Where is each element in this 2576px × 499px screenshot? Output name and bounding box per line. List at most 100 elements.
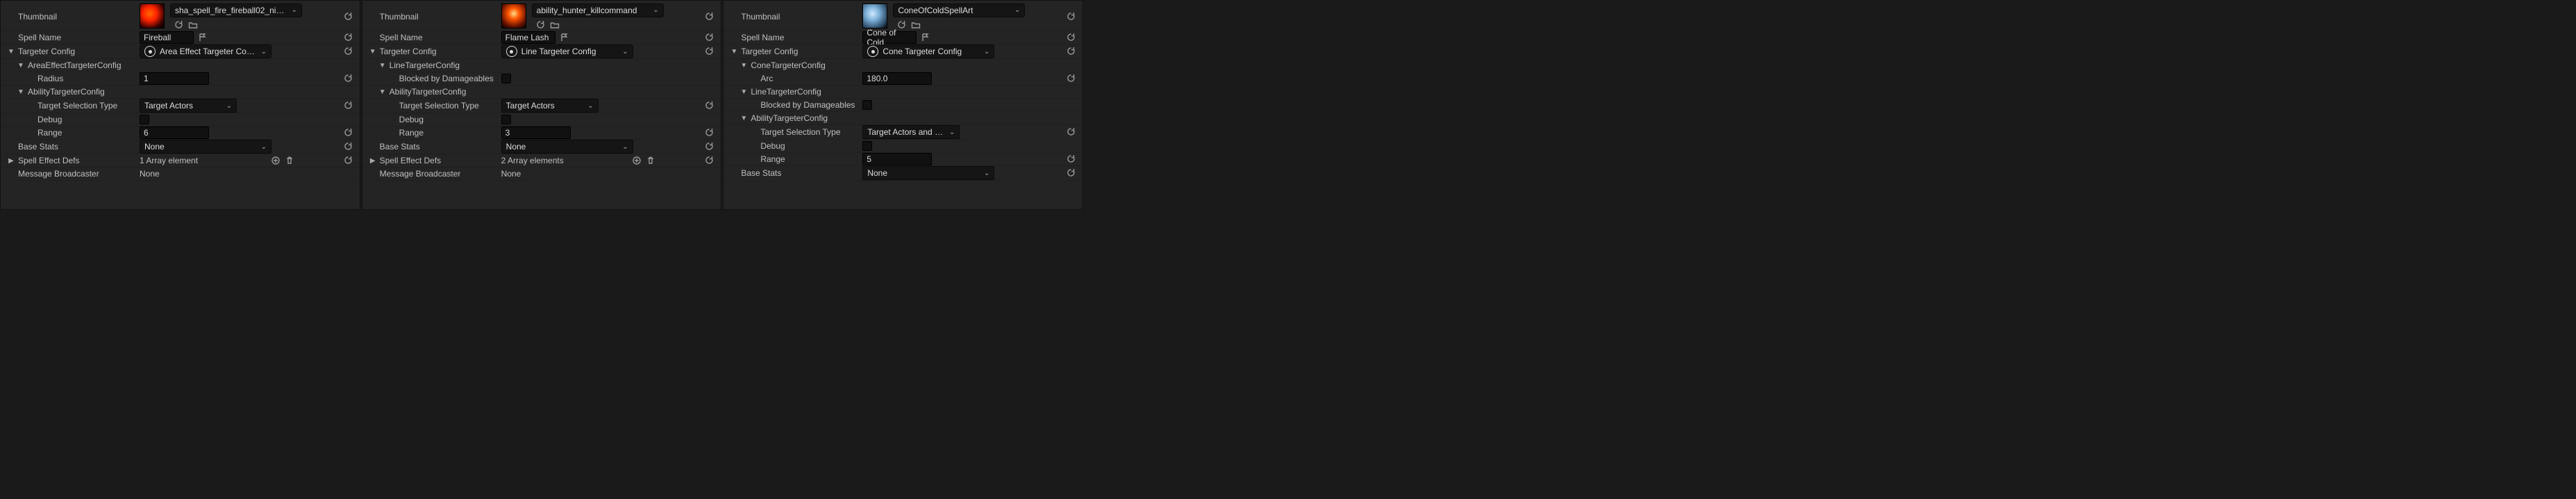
reset-to-default-button[interactable] [344,128,353,138]
base-stats-dropdown[interactable]: None⌄ [140,140,271,154]
range-input[interactable]: 6 [140,126,209,139]
collapse-arrow-icon[interactable]: ▼ [740,115,747,122]
reset-to-default-button[interactable] [705,156,714,165]
use-selected-asset-button[interactable] [174,20,184,30]
thumbnail-image[interactable] [862,3,887,28]
browse-to-asset-button[interactable] [911,20,921,30]
spell-name-input[interactable]: Flame Lash [501,31,555,44]
chevron-down-icon: ⌄ [622,143,628,151]
reset-to-default-button[interactable] [1067,154,1076,164]
reset-to-default-button[interactable] [705,33,714,42]
chevron-down-icon: ⌄ [261,48,267,56]
targeter-config-label: Targeter Config [741,47,798,56]
thumbnail-image[interactable] [501,3,526,28]
reset-to-default-button[interactable] [1067,12,1076,22]
reset-to-default-button[interactable] [344,101,353,111]
flag-icon[interactable] [560,33,569,42]
reset-to-default-button[interactable] [344,156,353,165]
sub-field-label: Radius [37,74,63,83]
collapse-arrow-icon[interactable]: ▼ [730,48,737,56]
reset-to-default-button[interactable] [705,128,714,138]
debug-checkbox[interactable] [140,115,149,124]
thumbnail-image[interactable] [140,3,165,28]
debug-checkbox[interactable] [862,141,872,151]
clear-array-button[interactable] [646,156,655,165]
reset-to-default-button[interactable] [1067,47,1076,56]
spell-name-label: Spell Name [380,33,423,42]
numeric-input[interactable]: 180.0 [862,72,932,85]
numeric-input[interactable]: 1 [140,72,209,85]
flag-icon[interactable] [921,33,930,42]
thumbnail-label: Thumbnail [18,12,57,22]
base-stats-label: Base Stats [741,168,781,178]
sub-config-header: LineTargeterConfig [390,60,460,70]
targeter-config-label: Targeter Config [18,47,75,56]
reset-to-default-button[interactable] [1067,168,1076,178]
base-stats-dropdown[interactable]: None⌄ [862,166,994,180]
flag-icon[interactable] [198,33,208,42]
reset-to-default-button[interactable] [344,12,353,22]
targeter-config-dropdown[interactable]: Area Effect Targeter Config⌄ [140,44,271,58]
thumbnail-asset-dropdown[interactable]: ability_hunter_killcommand⌄ [532,3,664,17]
reset-to-default-button[interactable] [1067,33,1076,42]
targeter-config-dropdown[interactable]: Line Targeter Config⌄ [501,44,633,58]
collapse-arrow-icon[interactable]: ▼ [369,48,376,56]
collapse-arrow-icon[interactable]: ▼ [379,88,386,96]
ability-targeter-config-header: AbilityTargeterConfig [28,87,105,97]
thumbnail-asset-dropdown[interactable]: sha_spell_fire_fireball02_nightmare⌄ [170,3,302,17]
range-label: Range [760,154,785,164]
expand-arrow-icon[interactable]: ▶ [8,157,15,165]
target-selection-type-dropdown[interactable]: Target Actors⌄ [140,99,237,113]
reset-to-default-button[interactable] [344,142,353,152]
blocked-by-damageables-checkbox[interactable] [501,74,511,83]
range-input[interactable]: 5 [862,153,932,165]
browse-to-asset-button[interactable] [550,20,560,30]
reset-to-default-button[interactable] [344,74,353,83]
blocked-by-damageables-label: Blocked by Damageables [760,100,855,110]
thumbnail-asset-dropdown[interactable]: ConeOfColdSpellArt⌄ [893,3,1025,17]
chevron-down-icon: ⌄ [226,102,232,110]
details-panel: Thumbnail sha_spell_fire_fireball02_night… [0,0,360,210]
blocked-by-damageables-checkbox[interactable] [862,100,872,110]
collapse-arrow-icon[interactable]: ▼ [17,88,24,96]
collapse-arrow-icon[interactable]: ▼ [17,62,24,69]
debug-checkbox[interactable] [501,115,511,124]
details-panel: Thumbnail ability_hunter_killcommand⌄ Spel… [362,0,722,210]
details-panel: ThumbnailConeOfColdSpellArt⌄Spell NameCo… [723,0,1083,210]
reset-to-default-button[interactable] [344,47,353,56]
debug-label: Debug [399,115,424,124]
target-selection-type-dropdown[interactable]: Target Actors and Surfaces⌄ [862,125,960,139]
targeter-config-label: Targeter Config [380,47,437,56]
reset-to-default-button[interactable] [705,142,714,152]
collapse-arrow-icon[interactable]: ▼ [740,88,747,96]
targeter-config-dropdown[interactable]: Cone Targeter Config⌄ [862,44,994,58]
collapse-arrow-icon[interactable]: ▼ [379,62,386,69]
spell-name-input[interactable]: Cone of Cold [862,31,917,44]
debug-label: Debug [760,141,785,151]
collapse-arrow-icon[interactable]: ▼ [8,48,15,56]
target-selection-type-label: Target Selection Type [37,101,117,111]
reset-to-default-button[interactable] [1067,74,1076,83]
reset-to-default-button[interactable] [705,47,714,56]
thumbnail-label: Thumbnail [380,12,419,22]
clear-array-button[interactable] [285,156,294,165]
target-icon [867,46,878,57]
line-targeter-config-header: LineTargeterConfig [751,87,821,97]
debug-label: Debug [37,115,62,124]
thumbnail-label: Thumbnail [741,12,780,22]
add-array-element-button[interactable] [271,156,281,165]
target-selection-type-dropdown[interactable]: Target Actors⌄ [501,99,599,113]
reset-to-default-button[interactable] [705,101,714,111]
spell-name-input[interactable]: Fireball [140,31,194,44]
expand-arrow-icon[interactable]: ▶ [369,157,376,165]
base-stats-dropdown[interactable]: None⌄ [501,140,633,154]
reset-to-default-button[interactable] [1067,127,1076,137]
use-selected-asset-button[interactable] [536,20,546,30]
browse-to-asset-button[interactable] [188,20,198,30]
collapse-arrow-icon[interactable]: ▼ [740,62,747,69]
add-array-element-button[interactable] [632,156,642,165]
reset-to-default-button[interactable] [344,33,353,42]
reset-to-default-button[interactable] [705,12,714,22]
target-icon [506,46,517,57]
range-input[interactable]: 3 [501,126,571,139]
